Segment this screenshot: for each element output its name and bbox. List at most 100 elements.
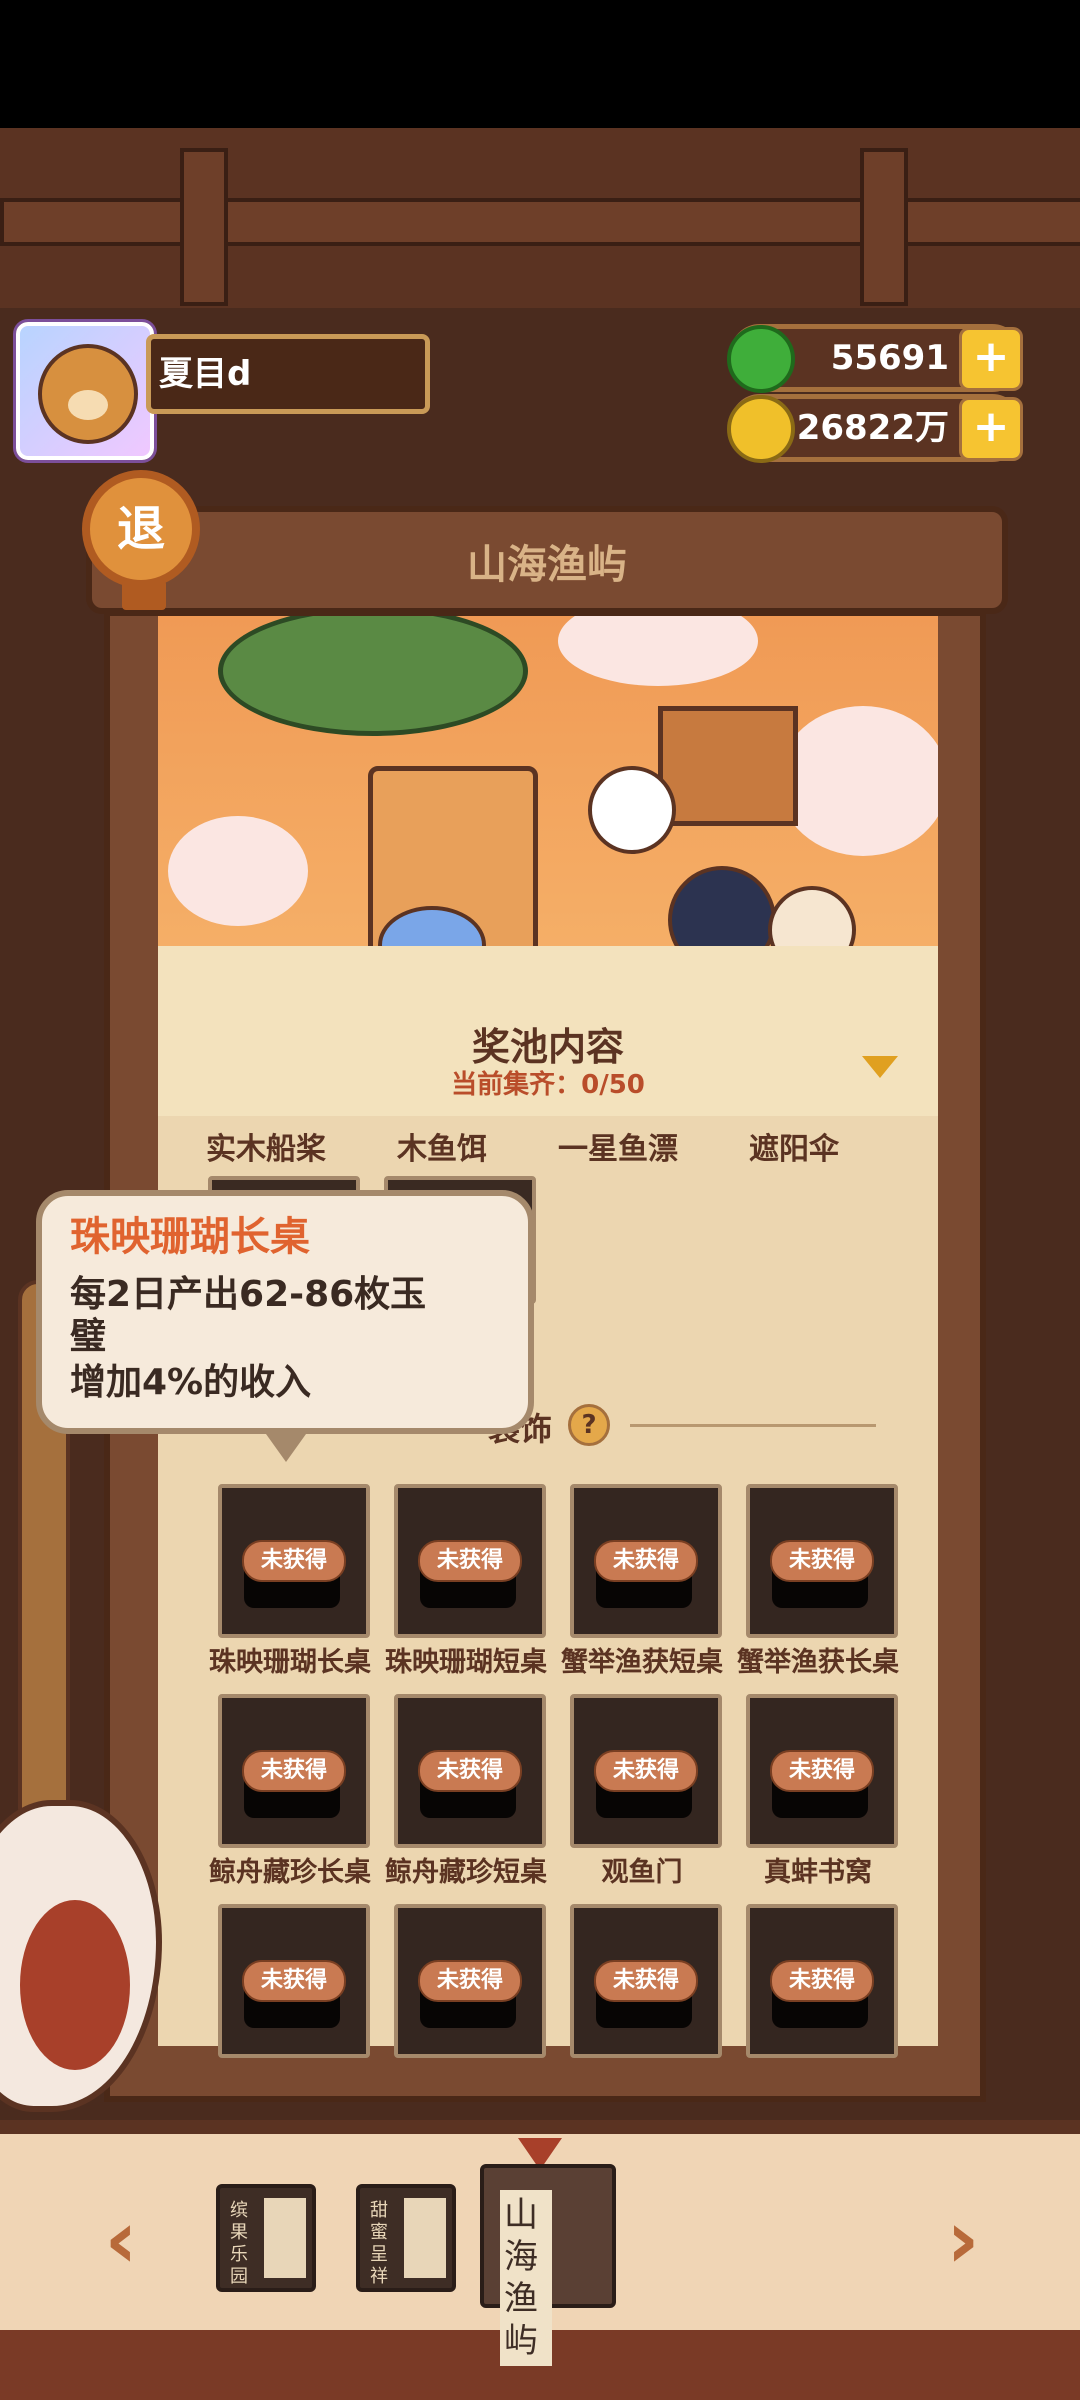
item-slot[interactable]: 未获得 [394,1694,546,1848]
item-slot[interactable]: 未获得 [746,1694,898,1848]
scroll-title: 山海渔屿 [467,542,627,588]
book-cover [264,2198,306,2278]
jade-amount: 55691 [830,338,949,378]
item-name: 真蚌书窝 [764,1857,872,1888]
chevron-down-icon[interactable] [862,1056,898,1078]
item-card[interactable]: 未获得 珠映珊瑚短桌 [378,1484,554,1692]
hut [658,706,798,826]
jade-currency: 55691 + [727,324,1023,393]
item-card[interactable]: 未获得 [554,1904,730,2112]
item-name: 蟹举渔获长桌 [737,1647,899,1678]
item-card[interactable]: 未获得 珠映珊瑚长桌 [202,1484,378,1692]
theme-banner [158,616,938,1016]
book-tab[interactable]: 甜蜜呈祥 [356,2184,456,2292]
cloud [558,616,758,686]
item-slot[interactable]: 未获得 [570,1904,722,2058]
item-row-labels: 实木船桨 木鱼饵 一星鱼漂 遮阳伞 [178,1116,918,1176]
item-card[interactable]: 未获得 [202,1904,378,2112]
collection-count: 当前集齐：0/50 [451,1070,645,1100]
status-badge: 未获得 [770,1960,874,2002]
roof-rafters [0,128,1080,308]
tooltip-title: 珠映珊瑚长桌 [70,1214,310,1260]
cloud [778,706,938,856]
item-card[interactable]: 未获得 蟹举渔获长桌 [730,1484,906,1692]
exit-button[interactable]: 退 [82,470,200,588]
item-slot[interactable]: 未获得 [570,1694,722,1848]
bear-avatar-icon [38,344,138,444]
brush-tip [20,1900,130,2070]
book-label: 甜蜜呈祥 [370,2200,388,2287]
item-name: 珠映珊瑚短桌 [385,1647,547,1678]
player-avatar[interactable] [16,322,154,460]
tooltip-line: 璧 [70,1316,107,1357]
gold-currency: 26822万 + [727,394,1023,463]
item-slot[interactable]: 未获得 [394,1904,546,2058]
section-divider [630,1424,876,1427]
rafter-beam [0,198,1080,246]
item-label: 遮阳伞 [749,1132,839,1167]
gold-coin-icon [727,395,795,463]
rafter-post [180,148,228,306]
add-gold-button[interactable]: + [959,397,1023,461]
item-card[interactable]: 未获得 [378,1904,554,2112]
item-card[interactable]: 未获得 蟹举渔获短桌 [554,1484,730,1692]
tooltip-line: 每2日产出62-86枚玉 [70,1274,427,1315]
item-slot[interactable]: 未获得 [746,1484,898,1638]
book-label: 缤果乐园 [230,2200,248,2287]
status-badge: 未获得 [418,1750,522,1792]
status-badge: 未获得 [770,1750,874,1792]
status-badge: 未获得 [242,1750,346,1792]
gold-amount: 26822万 [796,408,949,448]
add-jade-button[interactable]: + [959,327,1023,391]
item-card[interactable]: 未获得 鲸舟藏珍短桌 [378,1694,554,1902]
help-icon[interactable]: ? [568,1404,610,1446]
status-bar [0,0,1080,128]
jade-coin-icon [727,325,795,393]
item-label: 实木船桨 [206,1132,326,1167]
item-card[interactable]: 未获得 观鱼门 [554,1694,730,1902]
item-slot[interactable]: 未获得 [218,1484,370,1638]
status-badge: 未获得 [594,1540,698,1582]
prize-pool-header: 奖池内容 当前集齐：0/50 [158,1016,938,1116]
player-name: 夏目d [146,334,430,414]
prize-pool-title: 奖池内容 [471,1025,624,1069]
chevron-left-icon[interactable]: ‹ [86,2200,156,2280]
item-label: 一星鱼漂 [558,1132,678,1167]
book-tab[interactable]: 缤果乐园 [216,2184,316,2292]
item-name: 鲸舟藏珍长桌 [209,1857,371,1888]
item-card[interactable]: 未获得 [730,1904,906,2112]
item-name: 观鱼门 [601,1857,683,1888]
item-card[interactable]: 未获得 真蚌书窝 [730,1694,906,1902]
book-label: 山海渔屿 [500,2190,552,2366]
status-badge: 未获得 [594,1750,698,1792]
item-card[interactable]: 未获得 鲸舟藏珍长桌 [202,1694,378,1902]
book-tab-selected[interactable]: 山海渔屿 [480,2164,616,2366]
status-badge: 未获得 [418,1540,522,1582]
item-tooltip: 珠映珊瑚长桌 每2日产出62-86枚玉 璧 增加4%的收入 [36,1190,534,1462]
status-badge: 未获得 [242,1540,346,1582]
game-screen: 夏目d 55691 + 26822万 + 山海渔屿 退 奖池内容 当前集齐：0/… [0,0,1080,2400]
item-slot[interactable]: 未获得 [218,1694,370,1848]
status-badge: 未获得 [770,1540,874,1582]
item-slot[interactable]: 未获得 [570,1484,722,1638]
rafter-post [860,148,908,306]
book-cover [404,2198,446,2278]
item-slot[interactable]: 未获得 [394,1484,546,1638]
item-name: 珠映珊瑚长桌 [209,1647,371,1678]
item-label: 木鱼饵 [397,1132,487,1167]
scroll-header: 山海渔屿 [86,506,1008,614]
exit-stem [122,580,166,610]
item-name: 鲸舟藏珍短桌 [385,1857,547,1888]
chevron-right-icon[interactable]: › [928,2200,998,2280]
item-slot[interactable]: 未获得 [746,1904,898,2058]
sand-edge [158,946,938,1016]
status-badge: 未获得 [242,1960,346,2002]
tooltip-line: 增加4%的收入 [70,1362,312,1403]
cloud [168,816,308,926]
item-name: 蟹举渔获短桌 [561,1647,723,1678]
item-slot[interactable]: 未获得 [218,1904,370,2058]
palm-tree [218,616,528,736]
status-badge: 未获得 [594,1960,698,2002]
status-badge: 未获得 [418,1960,522,2002]
duck-character [588,766,676,854]
